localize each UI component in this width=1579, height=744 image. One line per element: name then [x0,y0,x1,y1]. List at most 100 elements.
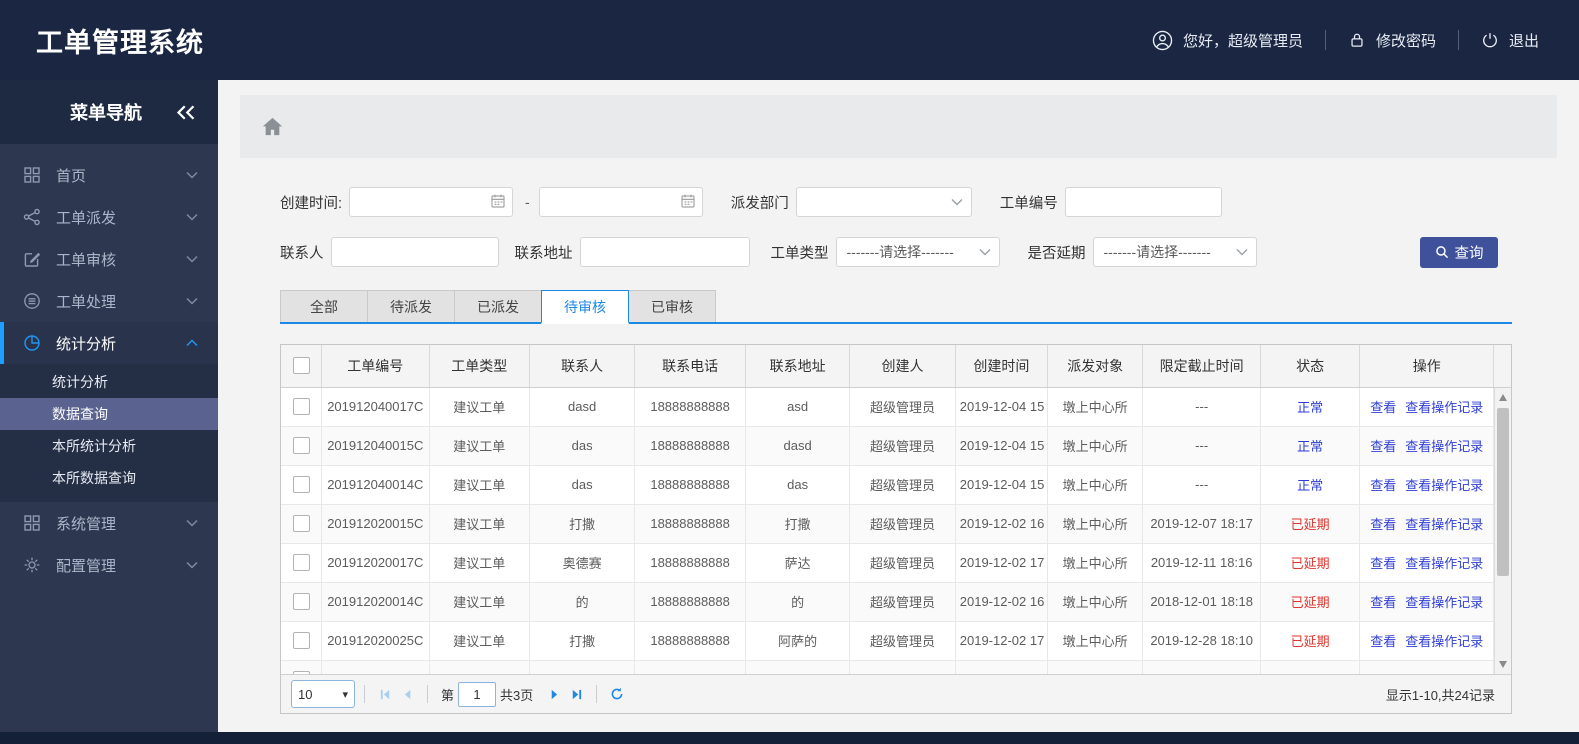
column-header[interactable]: 联系地址 [745,345,851,388]
cell-value: 建议工单 [453,478,506,493]
table-scrollbar[interactable] [1494,388,1511,674]
sidebar-item-label: 工单派发 [56,209,117,227]
row-checkbox[interactable] [292,398,310,415]
view-log-link[interactable]: 查看操作记录 [1405,478,1483,493]
breadcrumb [240,95,1557,158]
next-page-button[interactable] [543,683,565,705]
cell-address: 萨达 [745,543,851,583]
sidebar-subitem[interactable]: 统计分析 [0,366,218,398]
cell-contact: 打撒 [529,621,636,661]
view-log-link[interactable]: 查看操作记录 [1405,595,1483,610]
view-log-link[interactable]: 查看操作记录 [1405,517,1483,532]
page-number-input[interactable] [458,681,497,707]
cell-created: 2019-12-02 17 [955,621,1049,661]
sidebar-item[interactable]: 首页 [0,154,218,196]
cell-contact: dasd [529,387,636,427]
column-header[interactable]: 创建人 [849,345,956,388]
row-checkbox[interactable] [292,632,310,649]
pager-divider [364,685,365,703]
sidebar-item[interactable]: 配置管理 [0,544,218,586]
select-all-checkbox[interactable] [292,357,310,375]
logout-link[interactable]: 退出 [1481,30,1539,51]
row-checkbox[interactable] [292,593,310,610]
status-badge: 正常 [1297,478,1324,493]
dispatch-dept-select[interactable] [795,187,972,217]
sidebar-item[interactable]: 统计分析 [0,322,218,364]
calendar-icon[interactable] [490,193,506,209]
tab-0[interactable]: 全部 [280,290,368,322]
create-time-start-input[interactable] [349,187,514,217]
order-no-label: 工单编号 [999,195,1058,212]
calendar-icon[interactable] [680,193,696,209]
view-link[interactable]: 查看 [1370,439,1396,454]
change-password-link[interactable]: 修改密码 [1348,30,1436,51]
column-header[interactable]: 联系人 [529,345,636,388]
view-link[interactable]: 查看 [1370,517,1396,532]
sidebar-subitem[interactable]: 本所统计分析 [0,430,218,462]
create-time-end-input[interactable] [538,187,703,217]
order-type-select[interactable]: -------请选择------- [835,237,1000,267]
first-page-button[interactable] [374,683,396,705]
cell-deadline: --- [1142,465,1261,505]
view-log-link[interactable]: 查看操作记录 [1405,634,1483,649]
sidebar-item[interactable]: 系统管理 [0,502,218,544]
scroll-down-arrow[interactable] [1499,661,1507,668]
row-checkbox[interactable] [292,515,310,532]
cell-created [955,660,1049,674]
view-link[interactable]: 查看 [1370,556,1396,571]
column-header[interactable]: 联系电话 [634,345,746,388]
row-checkbox[interactable] [292,554,310,571]
sidebar-item[interactable]: 工单派发 [0,196,218,238]
tab-1[interactable]: 待派发 [367,290,455,322]
column-header[interactable]: 状态 [1260,345,1361,388]
view-link[interactable]: 查看 [1370,595,1396,610]
page-size-select[interactable]: 10 ▾ [291,680,355,708]
refresh-button[interactable] [606,683,628,705]
home-icon[interactable] [262,117,283,136]
is-delayed-select[interactable]: -------请选择------- [1092,237,1257,267]
chevron-down-icon [951,198,963,206]
tab-2[interactable]: 已派发 [454,290,542,322]
last-page-button[interactable] [565,683,587,705]
status-badge: 已延期 [1290,595,1330,610]
column-header[interactable]: 限定截止时间 [1142,345,1261,388]
tab-3[interactable]: 待审核 [541,290,629,324]
cell-value: 2019-12-04 15 [959,477,1045,492]
scroll-up-arrow[interactable] [1499,394,1507,401]
sidebar-item-label: 工单处理 [56,293,117,311]
cell-value: 建议工单 [453,439,506,454]
column-header[interactable]: 工单类型 [429,345,530,388]
view-link[interactable]: 查看 [1370,634,1396,649]
cell-value: das [787,477,809,492]
row-checkbox[interactable] [292,671,310,674]
contact-input[interactable] [330,237,499,267]
sidebar-item[interactable]: 工单审核 [0,238,218,280]
column-header[interactable]: 创建时间 [955,345,1049,388]
sidebar-subitem-label: 统计分析 [52,374,108,390]
prev-page-button[interactable] [396,683,418,705]
sidebar-subitem[interactable]: 数据查询 [0,398,218,430]
order-no-input[interactable] [1064,187,1222,217]
view-log-link[interactable]: 查看操作记录 [1405,556,1483,571]
contact-address-input[interactable] [579,237,750,267]
row-checkbox[interactable] [292,437,310,454]
sidebar-subitem[interactable]: 本所数据查询 [0,462,218,494]
view-log-link[interactable]: 查看操作记录 [1405,439,1483,454]
row-checkbox[interactable] [292,476,310,493]
contact-field [330,237,499,267]
column-header[interactable]: 派发对象 [1047,345,1144,388]
user-menu[interactable]: 您好，超级管理员 [1152,30,1303,51]
column-header[interactable]: 工单编号 [321,345,430,388]
view-link[interactable]: 查看 [1370,478,1396,493]
column-header[interactable]: 操作 [1359,345,1495,388]
tab-4[interactable]: 已审核 [628,290,716,322]
chevron-down-icon [186,171,198,179]
view-log-link[interactable]: 查看操作记录 [1405,400,1483,415]
sidebar-collapse-button[interactable] [176,104,218,120]
search-button[interactable]: 查询 [1420,236,1498,268]
sidebar-item[interactable]: 工单处理 [0,280,218,322]
chevron-down-icon [1236,248,1248,256]
scrollbar-thumb[interactable] [1497,408,1509,576]
view-link[interactable]: 查看 [1370,400,1396,415]
cell-actions [1359,660,1495,674]
